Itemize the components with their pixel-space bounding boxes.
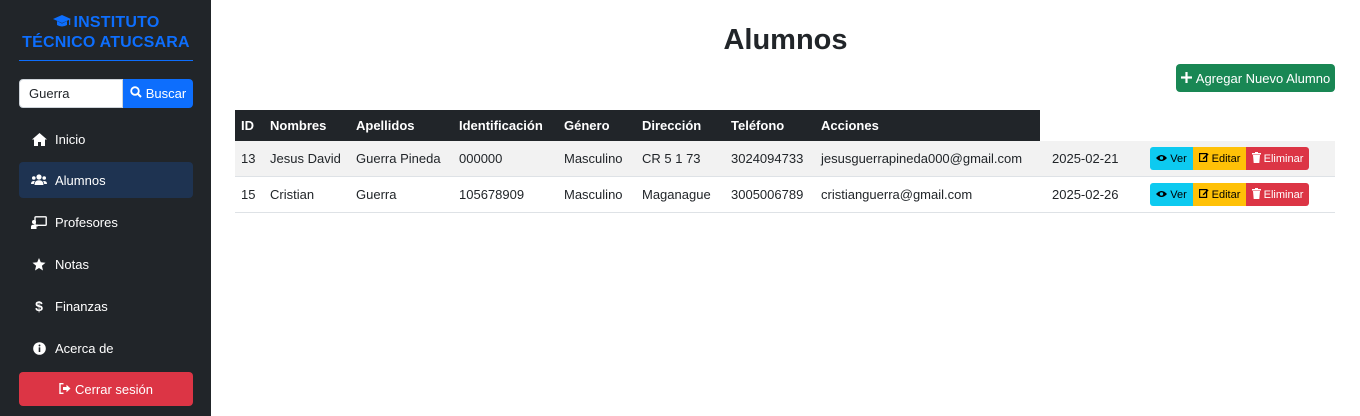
edit-icon bbox=[1198, 188, 1209, 201]
logout-label: Cerrar sesión bbox=[74, 381, 154, 397]
column-header: Apellidos bbox=[350, 110, 453, 141]
cell-id: 15 bbox=[241, 187, 256, 202]
sidebar-item-label: Acerca de bbox=[55, 340, 114, 356]
sidebar-item-label: Notas bbox=[55, 256, 89, 272]
plus-icon bbox=[1180, 71, 1192, 86]
view-label: Ver bbox=[1170, 188, 1187, 201]
cell-apellidos: Guerra Pineda bbox=[356, 151, 441, 166]
brand-divider bbox=[19, 60, 193, 61]
sidebar-item-label: Alumnos bbox=[55, 172, 106, 188]
table-row: 15 Cristian Guerra 105678909 Masculino M… bbox=[235, 177, 1335, 213]
delete-button[interactable]: Eliminar bbox=[1246, 183, 1309, 206]
dollar-icon: $ bbox=[35, 298, 43, 314]
star-icon bbox=[31, 256, 47, 272]
students-table: ID Nombres Apellidos Identificación Géne… bbox=[235, 110, 1335, 213]
trash-icon bbox=[1251, 187, 1261, 202]
header-spacer bbox=[1040, 110, 1335, 141]
sidebar-item-label: Finanzas bbox=[55, 298, 108, 314]
edit-label: Editar bbox=[1211, 188, 1241, 201]
sidebar-item-notas[interactable]: Notas bbox=[19, 246, 193, 282]
cell-apellidos: Guerra bbox=[356, 187, 397, 202]
edit-icon bbox=[1198, 152, 1209, 165]
column-header: Nombres bbox=[264, 110, 350, 141]
search-icon bbox=[130, 86, 142, 101]
edit-label: Editar bbox=[1211, 152, 1241, 165]
table-row: 13 Jesus David Guerra Pineda 000000 Masc… bbox=[235, 141, 1335, 177]
home-icon bbox=[31, 131, 47, 147]
edit-button[interactable]: Editar bbox=[1193, 147, 1246, 170]
view-label: Ver bbox=[1170, 152, 1187, 165]
page-title: Alumnos bbox=[723, 24, 848, 56]
brand-line-2: TÉCNICO ATUCSARA bbox=[22, 34, 190, 51]
cell-fecha: 2025-02-21 bbox=[1052, 151, 1119, 166]
sidebar-item-acerca-de[interactable]: Acerca de bbox=[19, 330, 193, 366]
sidebar-item-label: Inicio bbox=[55, 131, 86, 147]
search-input[interactable] bbox=[19, 79, 123, 108]
cell-identificacion: 000000 bbox=[459, 151, 503, 166]
cell-nombres: Cristian bbox=[270, 187, 315, 202]
cell-direccion: Maganague bbox=[642, 187, 711, 202]
column-header: ID bbox=[235, 110, 264, 141]
delete-label: Eliminar bbox=[1263, 188, 1304, 201]
add-student-button[interactable]: Agregar Nuevo Alumno bbox=[1176, 64, 1335, 92]
cell-telefono: 3005006789 bbox=[731, 187, 804, 202]
cell-genero: Masculino bbox=[564, 151, 623, 166]
graduation-cap-icon bbox=[52, 15, 71, 34]
search-button-label: Buscar bbox=[145, 86, 187, 101]
cell-actions: Ver Editar Eliminar bbox=[1133, 177, 1335, 213]
cell-telefono: 3024094733 bbox=[731, 151, 804, 166]
brand-logo[interactable]: INSTITUTO TÉCNICO ATUCSARA bbox=[19, 14, 193, 52]
chalkboard-teacher-icon bbox=[31, 214, 47, 230]
column-header: Acciones bbox=[815, 110, 1040, 141]
sidebar-item-finanzas[interactable]: $ Finanzas bbox=[19, 288, 193, 324]
table-header: ID Nombres Apellidos Identificación Géne… bbox=[235, 110, 1335, 141]
cell-direccion: CR 5 1 73 bbox=[642, 151, 701, 166]
edit-button[interactable]: Editar bbox=[1193, 183, 1246, 206]
cell-id: 13 bbox=[241, 151, 256, 166]
column-header: Dirección bbox=[636, 110, 725, 141]
column-header: Género bbox=[558, 110, 636, 141]
eye-icon bbox=[1156, 189, 1168, 201]
cell-genero: Masculino bbox=[564, 187, 623, 202]
eye-icon bbox=[1156, 153, 1168, 165]
sidebar-item-label: Profesores bbox=[55, 214, 118, 230]
view-button[interactable]: Ver bbox=[1150, 147, 1193, 170]
delete-button[interactable]: Eliminar bbox=[1246, 147, 1309, 170]
search-button[interactable]: Buscar bbox=[123, 79, 193, 108]
brand-line-1: INSTITUTO bbox=[73, 14, 160, 31]
sidebar-item-alumnos[interactable]: Alumnos bbox=[19, 162, 193, 198]
cell-actions: Ver Editar Eliminar bbox=[1133, 141, 1335, 177]
sidebar-item-profesores[interactable]: Profesores bbox=[19, 204, 193, 240]
sidebar: INSTITUTO TÉCNICO ATUCSARA Buscar Inicio… bbox=[0, 0, 211, 416]
users-icon bbox=[31, 172, 47, 188]
sidebar-item-inicio[interactable]: Inicio bbox=[19, 121, 193, 157]
search-form: Buscar bbox=[19, 79, 193, 108]
info-circle-icon bbox=[31, 340, 47, 356]
cell-fecha: 2025-02-26 bbox=[1052, 187, 1119, 202]
logout-button[interactable]: Cerrar sesión bbox=[19, 372, 193, 406]
column-header: Teléfono bbox=[725, 110, 815, 141]
sign-out-icon bbox=[59, 382, 71, 397]
delete-label: Eliminar bbox=[1263, 152, 1304, 165]
column-header: Identificación bbox=[453, 110, 558, 141]
cell-email: cristianguerra@gmail.com bbox=[821, 187, 973, 202]
cell-email: jesusguerrapineda000@gmail.com bbox=[821, 151, 1023, 166]
view-button[interactable]: Ver bbox=[1150, 183, 1193, 206]
cell-identificacion: 105678909 bbox=[459, 187, 525, 202]
trash-icon bbox=[1251, 151, 1261, 166]
cell-nombres: Jesus David bbox=[270, 151, 341, 166]
add-student-label: Agregar Nuevo Alumno bbox=[1195, 70, 1331, 86]
